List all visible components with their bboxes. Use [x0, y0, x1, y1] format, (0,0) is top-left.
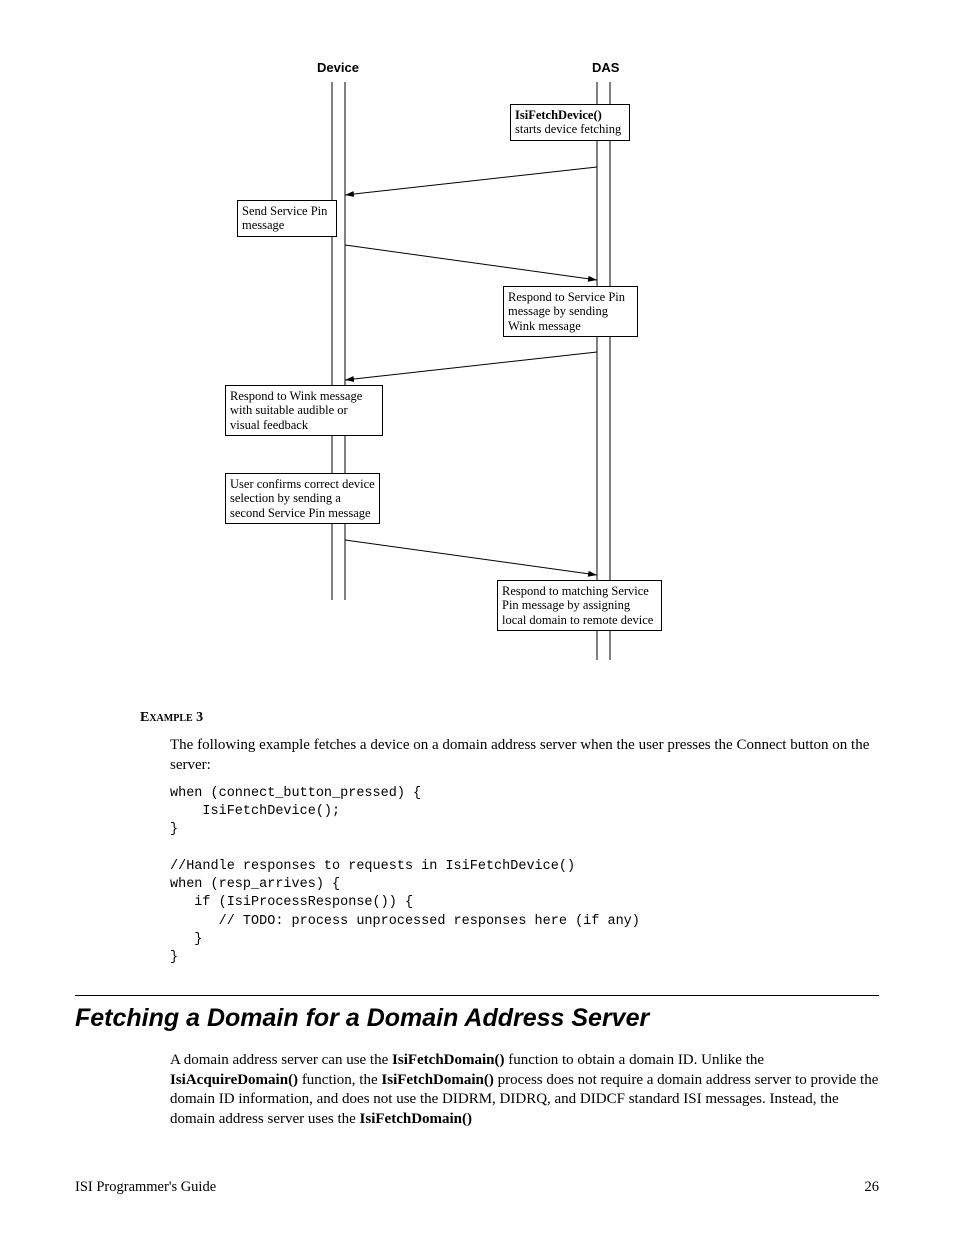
fn-isifetchdomain: IsiFetchDomain(): [381, 1072, 494, 1088]
section-rule: [75, 995, 879, 996]
example-intro: The following example fetches a device o…: [170, 736, 879, 775]
para-frag: A domain address server can use the: [170, 1052, 392, 1068]
para-frag: function to obtain a domain ID. Unlike t…: [505, 1052, 765, 1068]
step-box-wink-feedback: Respond to Wink message with suitable au…: [225, 385, 383, 436]
col-header-das: DAS: [592, 60, 619, 75]
step-box-send-svc-pin: Send Service Pin message: [237, 200, 337, 237]
footer-left: ISI Programmer's Guide: [75, 1179, 216, 1196]
step-box-confirm: User confirms correct device selection b…: [225, 473, 380, 524]
col-header-device: Device: [317, 60, 359, 75]
page-footer: ISI Programmer's Guide 26: [75, 1179, 879, 1196]
code-block: when (connect_button_pressed) { IsiFetch…: [170, 785, 879, 967]
step-box-wink: Respond to Service Pin message by sendin…: [503, 286, 638, 337]
footer-pagenum: 26: [865, 1179, 880, 1196]
fn-isiacquiredomain: IsiAcquireDomain(): [170, 1072, 298, 1088]
example-title: Example 3: [140, 710, 879, 726]
sequence-diagram: Device DAS IsiFetchDevice() starts devic…: [217, 60, 737, 680]
section-heading: Fetching a Domain for a Domain Address S…: [75, 1004, 879, 1033]
step-box-assign-domain: Respond to matching Service Pin message …: [497, 580, 662, 631]
section-paragraph: A domain address server can use the IsiF…: [170, 1051, 879, 1129]
fn-isifetchdomain: IsiFetchDomain(): [392, 1052, 505, 1068]
step-box-fetch: IsiFetchDevice() starts device fetching: [510, 104, 630, 141]
fn-isifetchdomain: IsiFetchDomain(): [360, 1111, 473, 1127]
para-frag: function, the: [298, 1072, 381, 1088]
